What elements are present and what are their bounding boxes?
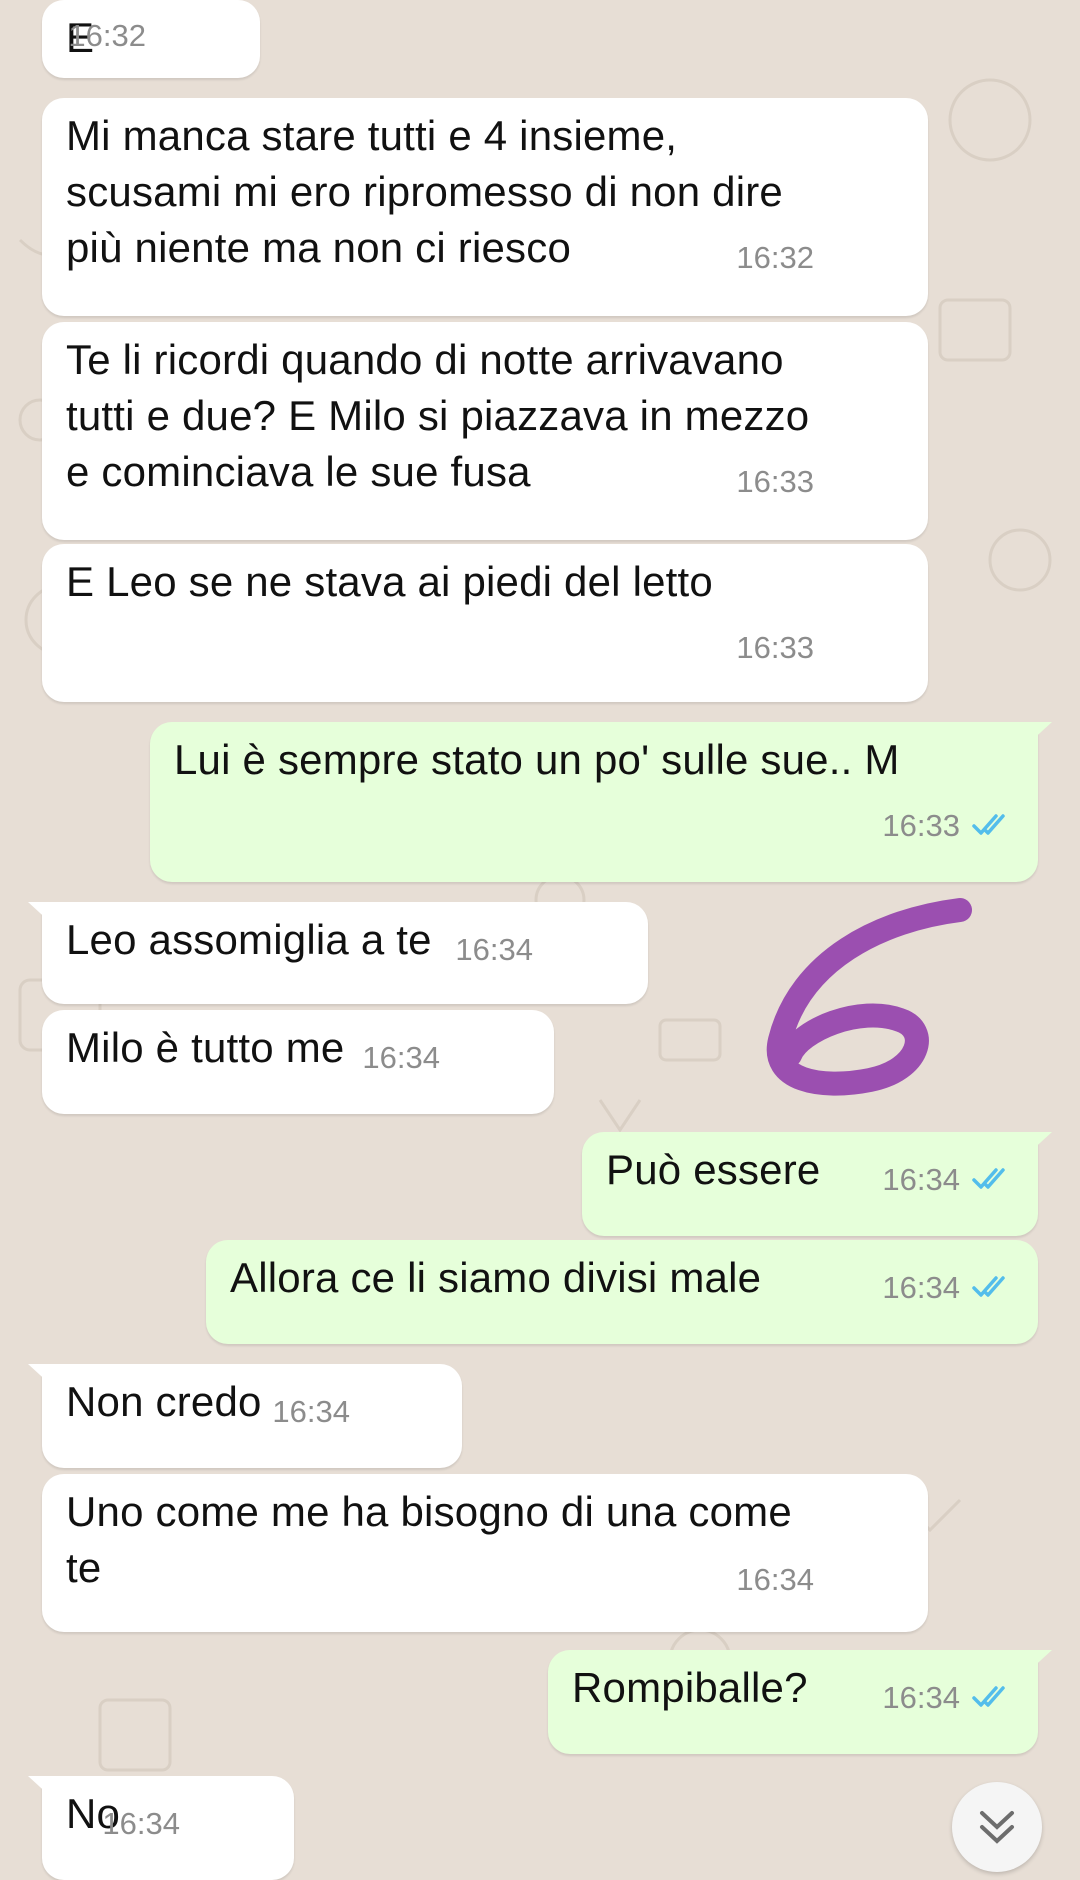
message-time: 16:34 <box>455 932 533 967</box>
bubble-tail <box>28 1364 52 1386</box>
incoming-message[interactable]: No 16:34 <box>28 1776 294 1880</box>
message-time: 16:34 <box>882 1680 960 1715</box>
message-time: 16:34 <box>736 1562 814 1597</box>
message-text: E Leo se ne stava ai piedi del letto <box>66 558 713 605</box>
message-time: 16:34 <box>102 1806 180 1841</box>
message-text: Allora ce li siamo divisi male <box>230 1254 762 1301</box>
message-text: Rompiballe? <box>572 1664 808 1711</box>
message-line: tutti e due? E Milo si piazzava in mezzo <box>66 392 810 439</box>
bubble-tail <box>1028 1650 1052 1672</box>
message-text: Può essere <box>606 1146 821 1193</box>
incoming-message[interactable]: Leo assomiglia a te 16:34 <box>28 902 648 1004</box>
outgoing-message[interactable]: Lui è sempre stato un po' sulle sue.. M 1… <box>150 722 1052 882</box>
message-line: e cominciava le sue fusa <box>66 448 531 495</box>
message-time: 16:34 <box>882 1162 960 1197</box>
chevron-double-down-icon <box>980 1811 1014 1844</box>
incoming-message[interactable]: Uno come me ha bisogno di una come te 16:3… <box>42 1474 928 1632</box>
outgoing-message[interactable]: Può essere 16:34 <box>582 1132 1052 1236</box>
message-time: 16:33 <box>736 630 814 665</box>
outgoing-message[interactable]: Rompiballe? 16:34 <box>548 1650 1052 1754</box>
message-line: più niente ma non ci riesco <box>66 224 572 271</box>
message-text: Leo assomiglia a te <box>66 916 432 963</box>
incoming-message[interactable]: Milo è tutto me 16:34 <box>42 1010 554 1114</box>
bubble-tail <box>1028 722 1052 744</box>
scroll-to-bottom-button[interactable] <box>952 1782 1042 1872</box>
message-text: Non credo <box>66 1378 262 1425</box>
read-receipt-icon <box>972 1686 1005 1707</box>
message-time: 16:34 <box>362 1040 440 1075</box>
read-receipt-icon <box>972 814 1005 835</box>
message-time: 16:33 <box>736 464 814 499</box>
outgoing-message[interactable]: Allora ce li siamo divisi male 16:34 <box>206 1240 1038 1344</box>
message-time: 16:34 <box>272 1394 350 1429</box>
message-text: Mi manca stare tutti e 4 insieme, scusami… <box>66 108 783 276</box>
bubble-tail <box>28 1776 52 1798</box>
message-line: scusami mi ero ripromesso di non dire <box>66 168 783 215</box>
bubble-tail <box>28 902 52 924</box>
message-line: Uno come me ha bisogno di una come <box>66 1488 792 1535</box>
message-text: Milo è tutto me <box>66 1024 345 1071</box>
message-line: Te li ricordi quando di notte arrivavano <box>66 336 784 383</box>
incoming-message[interactable]: Te li ricordi quando di notte arrivavano… <box>42 322 928 540</box>
read-receipt-icon <box>972 1168 1005 1189</box>
message-time: 16:32 <box>68 18 146 53</box>
incoming-message[interactable]: E 16:32 <box>42 0 260 78</box>
message-time: 16:32 <box>736 240 814 275</box>
read-receipt-icon <box>972 1276 1005 1297</box>
message-time: 16:34 <box>882 1270 960 1305</box>
message-time: 16:33 <box>882 808 960 843</box>
message-line: Mi manca stare tutti e 4 insieme, <box>66 112 678 159</box>
message-line: te <box>66 1544 102 1591</box>
handwritten-annotation <box>766 898 972 1096</box>
message-text: Uno come me ha bisogno di una come te <box>66 1484 792 1596</box>
message-text: Lui è sempre stato un po' sulle sue.. M <box>174 736 900 783</box>
incoming-message[interactable]: Mi manca stare tutti e 4 insieme, scusami… <box>42 98 928 316</box>
incoming-message[interactable]: E Leo se ne stava ai piedi del letto 16:3… <box>42 544 928 702</box>
bubble-tail <box>1028 1132 1052 1154</box>
incoming-message[interactable]: Non credo 16:34 <box>28 1364 462 1468</box>
message-text: Te li ricordi quando di notte arrivavano… <box>66 332 809 500</box>
